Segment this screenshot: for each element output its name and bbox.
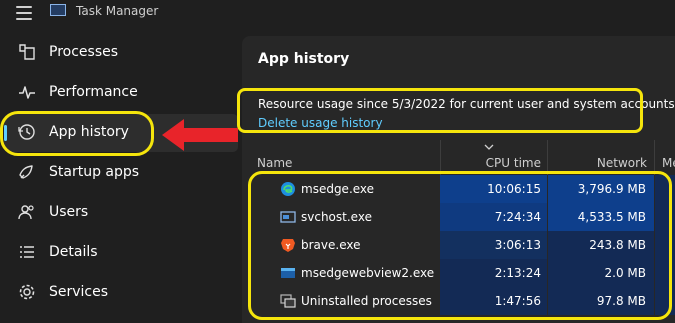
- highlight-resource-info: [237, 88, 643, 133]
- nav-label: Processes: [49, 44, 119, 60]
- highlight-process-list: [248, 171, 672, 320]
- nav-label: Users: [49, 204, 89, 220]
- processes-icon: [18, 43, 36, 61]
- column-divider[interactable]: [654, 140, 655, 175]
- nav-item-users[interactable]: Users: [0, 194, 238, 232]
- red-arrow-annotation: [162, 119, 238, 151]
- details-icon: [18, 243, 36, 261]
- hamburger-menu-icon[interactable]: [16, 6, 32, 20]
- startup-icon: [18, 163, 36, 181]
- highlight-app-history: [0, 111, 154, 156]
- app-title: Task Manager: [76, 4, 159, 18]
- users-icon: [18, 203, 36, 221]
- column-divider[interactable]: [440, 140, 441, 175]
- nav-label: Startup apps: [49, 164, 140, 180]
- nav-label: Details: [49, 244, 98, 260]
- title-bar: Task Manager: [0, 0, 675, 26]
- column-header-network[interactable]: Network: [548, 156, 647, 170]
- sort-descending-icon: [484, 144, 494, 150]
- nav-item-startup-apps[interactable]: Startup apps: [0, 154, 238, 192]
- performance-icon: [18, 83, 36, 101]
- nav-item-processes[interactable]: Processes: [0, 34, 238, 72]
- page-title: App history: [258, 51, 350, 67]
- column-header-cpu-time[interactable]: CPU time: [440, 156, 541, 170]
- services-icon: [18, 283, 36, 301]
- nav-item-services[interactable]: Services: [0, 274, 238, 312]
- task-manager-logo-icon: [50, 4, 66, 16]
- column-header-name[interactable]: Name: [257, 156, 292, 170]
- nav-label: Performance: [49, 84, 138, 100]
- column-divider[interactable]: [547, 140, 548, 175]
- nav-label: Services: [49, 284, 109, 300]
- nav-item-performance[interactable]: Performance: [0, 74, 238, 112]
- column-header-metered[interactable]: Me: [662, 156, 675, 170]
- nav-item-details[interactable]: Details: [0, 234, 238, 272]
